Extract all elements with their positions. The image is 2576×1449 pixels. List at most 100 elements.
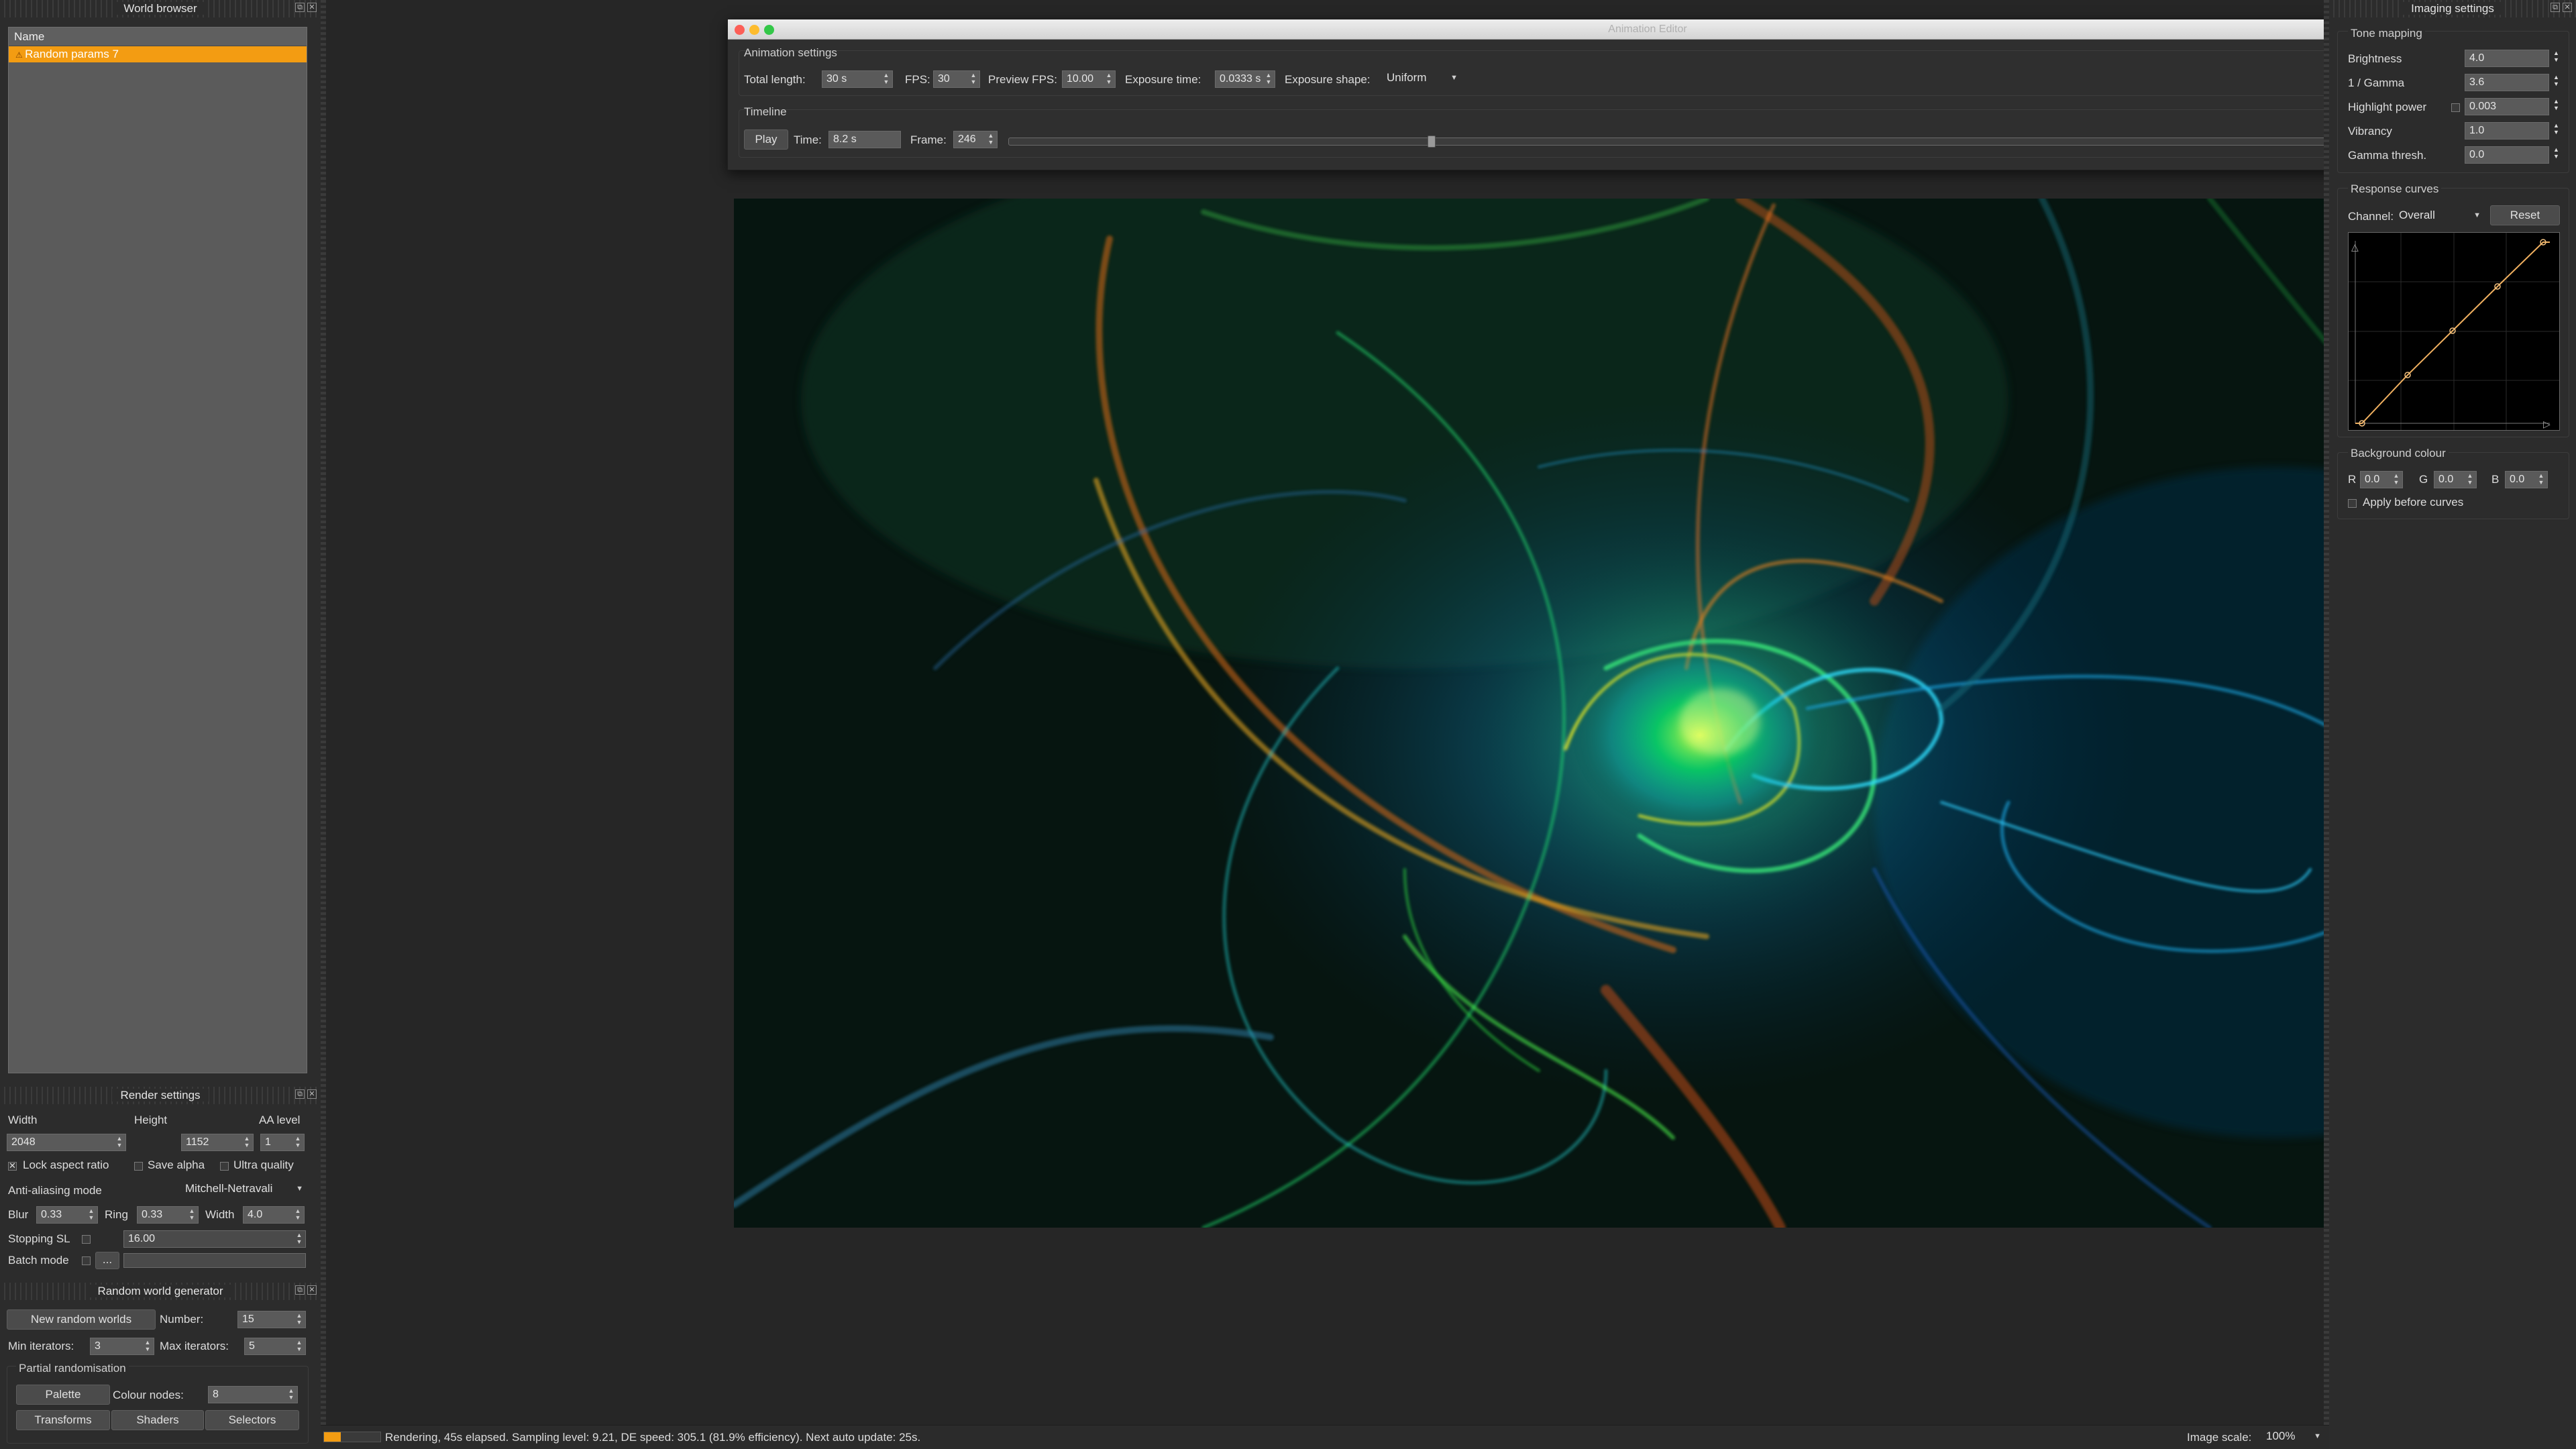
gamma-label: 1 / Gamma <box>2348 76 2405 89</box>
timeline-handle[interactable] <box>1428 136 1436 148</box>
highlight-power-checkbox[interactable] <box>2451 103 2460 112</box>
close-icon[interactable]: ✕ <box>307 1089 317 1099</box>
time-spinbox[interactable]: 8.2 s <box>828 131 901 148</box>
vibrancy-spinbox[interactable]: 1.0 <box>2465 122 2549 140</box>
selectors-button[interactable]: Selectors <box>205 1410 299 1430</box>
curve-editor[interactable]: △ ▷ <box>2348 232 2560 431</box>
spin-arrows-icon[interactable]: ▲ ▼ <box>2553 98 2559 111</box>
filter-width-spinbox[interactable]: 4.0 ▲ ▼ <box>243 1206 305 1224</box>
background-colour-label: Background colour <box>2348 447 2449 460</box>
batch-mode-checkbox[interactable] <box>82 1256 91 1265</box>
spin-arrows-icon[interactable]: ▲ ▼ <box>294 1135 302 1150</box>
spin-arrows-icon[interactable]: ▲ ▼ <box>2537 472 2545 487</box>
render-view[interactable] <box>734 199 2565 1228</box>
max-iterators-spinbox[interactable]: 5 ▲ ▼ <box>244 1338 306 1355</box>
highlight-power-spinbox[interactable]: 0.003 <box>2465 98 2549 115</box>
right-dock-splitter[interactable] <box>2324 0 2329 1449</box>
bg-b-spinbox[interactable]: 0.0 ▲ ▼ <box>2505 471 2548 488</box>
fps-spinbox[interactable]: 30 ▲ ▼ <box>933 70 980 88</box>
float-icon[interactable]: ⧉ <box>295 3 305 12</box>
right-dock: Imaging settings ⧉ ✕ Tone mapping Brightn… <box>2329 0 2576 1449</box>
stopping-sl-spinbox[interactable]: 16.00 ▲ ▼ <box>123 1230 306 1248</box>
animation-editor-titlebar[interactable]: Animation Editor <box>728 19 2567 40</box>
world-item-icon: ⚠ <box>15 50 25 60</box>
play-button[interactable]: Play <box>744 129 788 150</box>
channel-dropdown[interactable]: Overall ▼ <box>2399 209 2483 227</box>
save-alpha-checkbox[interactable] <box>134 1162 143 1171</box>
spin-arrows-icon[interactable]: ▲ ▼ <box>882 72 890 87</box>
spin-arrows-icon[interactable]: ▲ ▼ <box>2553 122 2559 136</box>
close-icon[interactable]: ✕ <box>307 1285 317 1295</box>
spin-arrows-icon[interactable]: ▲ ▼ <box>1265 72 1273 87</box>
colour-nodes-spinbox[interactable]: 8 ▲ ▼ <box>208 1386 298 1403</box>
apply-before-curves-checkbox[interactable] <box>2348 499 2357 508</box>
width-spinbox[interactable]: 2048 ▲ ▼ <box>7 1134 126 1151</box>
spin-arrows-icon[interactable]: ▲ ▼ <box>1105 72 1113 87</box>
exposure-shape-dropdown[interactable]: Uniform ▼ <box>1387 71 1460 90</box>
spin-arrows-icon[interactable]: ▲ ▼ <box>243 1135 251 1150</box>
spin-arrows-icon[interactable]: ▲ ▼ <box>87 1208 95 1222</box>
exposure-time-spinbox[interactable]: 0.0333 s ▲ ▼ <box>1215 70 1275 88</box>
float-icon[interactable]: ⧉ <box>295 1285 305 1295</box>
timeline-slider[interactable] <box>1008 136 2550 148</box>
gamma-value: 3.6 <box>2469 76 2485 88</box>
new-random-worlds-button[interactable]: New random worlds <box>7 1309 156 1330</box>
min-iterators-value: 3 <box>95 1340 101 1352</box>
world-list-header[interactable]: Name <box>9 28 307 46</box>
aa-level-spinbox[interactable]: 1 ▲ ▼ <box>260 1134 305 1151</box>
spin-arrows-icon[interactable]: ▲ ▼ <box>969 72 977 87</box>
spin-arrows-icon[interactable]: ▲ ▼ <box>294 1208 302 1222</box>
world-list-item[interactable]: ⚠ Random params 7 <box>9 46 307 62</box>
spin-arrows-icon[interactable]: ▲ ▼ <box>2553 74 2559 87</box>
transforms-button[interactable]: Transforms <box>16 1410 110 1430</box>
render-settings-title: Render settings ⧉ ✕ <box>0 1087 321 1104</box>
left-dock-splitter[interactable] <box>321 0 326 1449</box>
reset-curves-button[interactable]: Reset <box>2490 205 2560 225</box>
spin-arrows-icon[interactable]: ▲ ▼ <box>295 1232 303 1246</box>
world-list[interactable]: Name ⚠ Random params 7 <box>8 27 307 1073</box>
batch-browse-button[interactable]: ... <box>95 1252 119 1269</box>
total-length-spinbox[interactable]: 30 s ▲ ▼ <box>822 70 893 88</box>
brightness-label: Brightness <box>2348 52 2402 65</box>
aa-mode-value: Mitchell-Netravali <box>185 1182 273 1195</box>
frame-spinbox[interactable]: 246 ▲ ▼ <box>953 131 998 148</box>
brightness-spinbox[interactable]: 4.0 <box>2465 50 2549 67</box>
spin-arrows-icon[interactable]: ▲ ▼ <box>2392 472 2400 487</box>
shaders-button[interactable]: Shaders <box>111 1410 204 1430</box>
gamma-spinbox[interactable]: 3.6 <box>2465 74 2549 91</box>
bg-r-spinbox[interactable]: 0.0 ▲ ▼ <box>2360 471 2403 488</box>
spin-arrows-icon[interactable]: ▲ ▼ <box>987 132 995 147</box>
highlight-power-value: 0.003 <box>2469 101 2497 112</box>
close-window-icon[interactable] <box>735 25 745 35</box>
number-spinbox[interactable]: 15 ▲ ▼ <box>237 1311 306 1328</box>
stopping-sl-checkbox[interactable] <box>82 1235 91 1244</box>
bg-g-spinbox[interactable]: 0.0 ▲ ▼ <box>2434 471 2477 488</box>
spin-arrows-icon[interactable]: ▲ ▼ <box>2466 472 2474 487</box>
spin-arrows-icon[interactable]: ▲ ▼ <box>2553 146 2559 160</box>
spin-arrows-icon[interactable]: ▲ ▼ <box>188 1208 196 1222</box>
ring-spinbox[interactable]: 0.33 ▲ ▼ <box>137 1206 199 1224</box>
spin-arrows-icon[interactable]: ▲ ▼ <box>295 1339 303 1354</box>
preview-fps-spinbox[interactable]: 10.00 ▲ ▼ <box>1062 70 1116 88</box>
lock-aspect-checkbox[interactable] <box>8 1161 17 1171</box>
batch-path-field[interactable] <box>123 1253 306 1268</box>
height-spinbox[interactable]: 1152 ▲ ▼ <box>181 1134 254 1151</box>
spin-arrows-icon[interactable]: ▲ ▼ <box>144 1339 152 1354</box>
blur-spinbox[interactable]: 0.33 ▲ ▼ <box>36 1206 98 1224</box>
palette-button[interactable]: Palette <box>16 1385 110 1405</box>
close-icon[interactable]: ✕ <box>307 3 317 12</box>
float-icon[interactable]: ⧉ <box>2551 3 2560 12</box>
float-icon[interactable]: ⧉ <box>295 1089 305 1099</box>
close-icon[interactable]: ✕ <box>2563 3 2572 12</box>
spin-arrows-icon[interactable]: ▲ ▼ <box>295 1312 303 1327</box>
gamma-thresh-spinbox[interactable]: 0.0 <box>2465 146 2549 164</box>
image-scale-dropdown[interactable]: 100% ▼ <box>2266 1430 2324 1448</box>
spin-arrows-icon[interactable]: ▲ ▼ <box>2553 50 2559 63</box>
zoom-window-icon[interactable] <box>764 25 774 35</box>
spin-arrows-icon[interactable]: ▲ ▼ <box>115 1135 123 1150</box>
min-iterators-spinbox[interactable]: 3 ▲ ▼ <box>90 1338 154 1355</box>
minimize-window-icon[interactable] <box>749 25 759 35</box>
ultra-quality-checkbox[interactable] <box>220 1162 229 1171</box>
aa-mode-dropdown[interactable]: Mitchell-Netravali ▼ <box>185 1182 306 1201</box>
spin-arrows-icon[interactable]: ▲ ▼ <box>287 1387 295 1402</box>
